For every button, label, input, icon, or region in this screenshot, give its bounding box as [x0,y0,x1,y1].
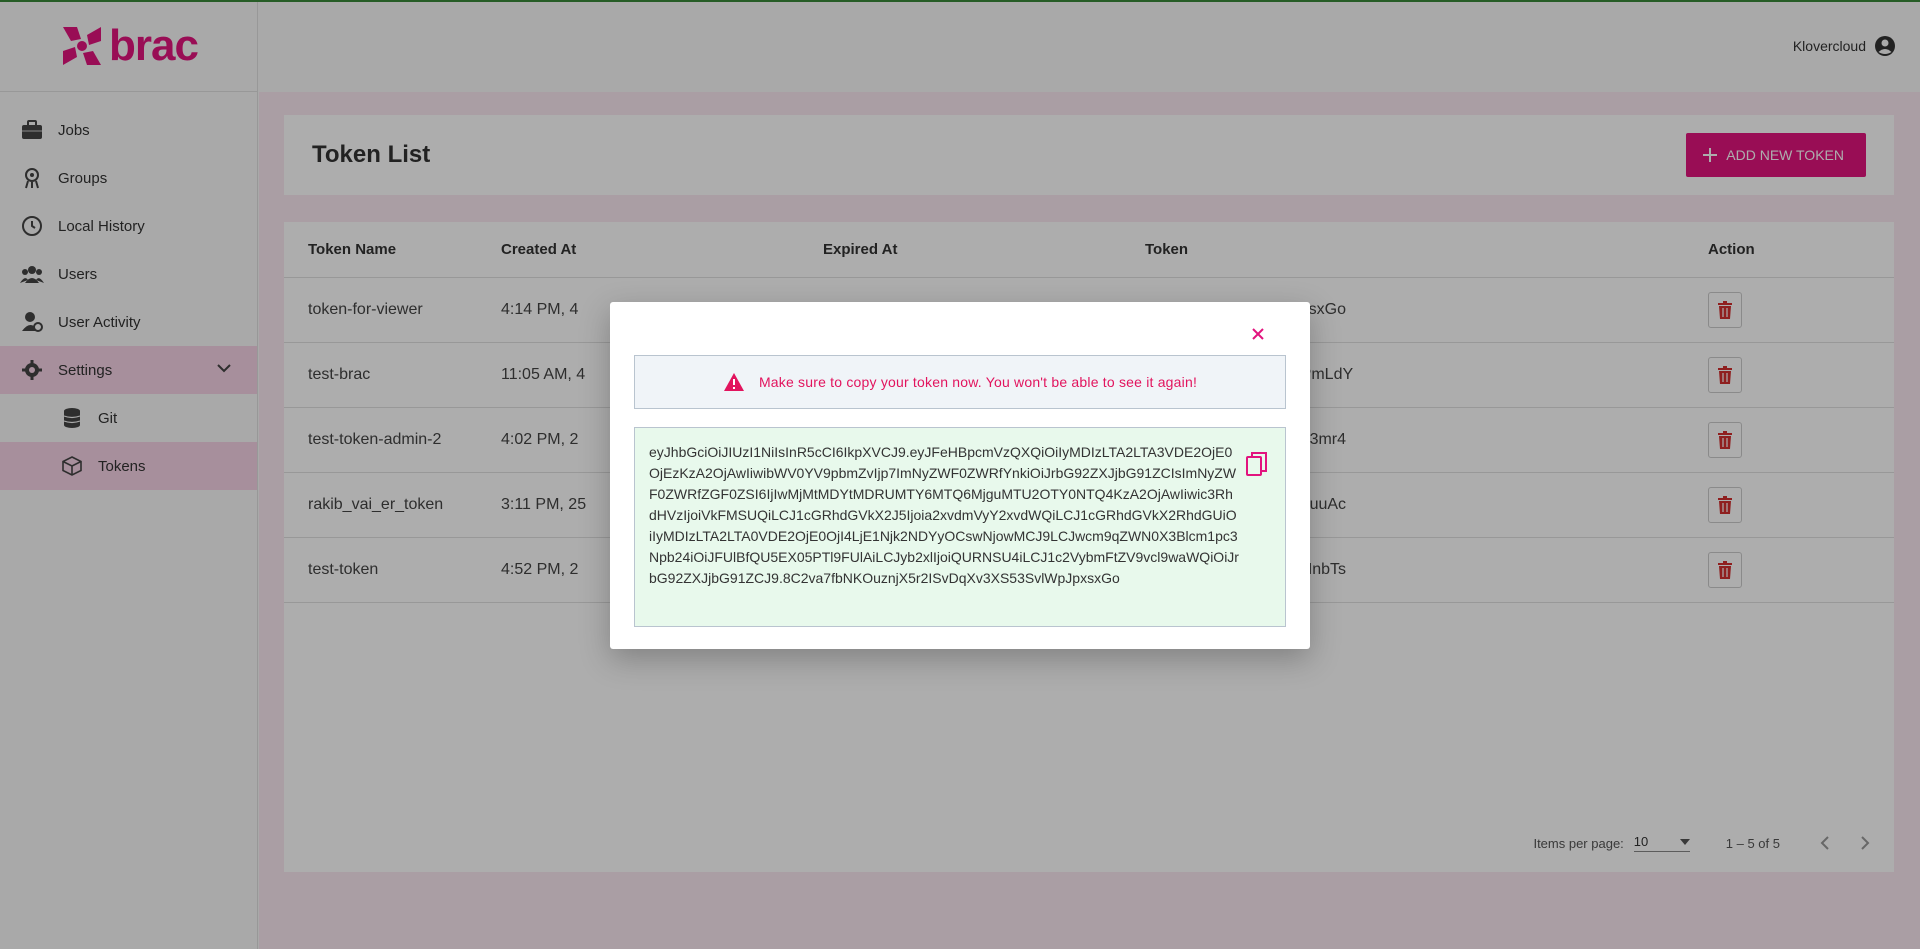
token-value[interactable]: eyJhbGciOiJIUzI1NiIsInR5cCI6IkpXVCJ9.eyJ… [649,442,1239,589]
copy-button[interactable] [1243,450,1271,478]
warning-icon [723,373,744,391]
token-display: eyJhbGciOiJIUzI1NiIsInR5cCI6IkpXVCJ9.eyJ… [634,427,1286,627]
warning-banner: Make sure to copy your token now. You wo… [634,355,1286,409]
close-icon [1252,328,1264,340]
warning-text: Make sure to copy your token now. You wo… [758,374,1198,390]
token-created-dialog: Make sure to copy your token now. You wo… [610,302,1310,649]
copy-icon [1246,452,1267,476]
close-button[interactable] [1246,322,1270,346]
